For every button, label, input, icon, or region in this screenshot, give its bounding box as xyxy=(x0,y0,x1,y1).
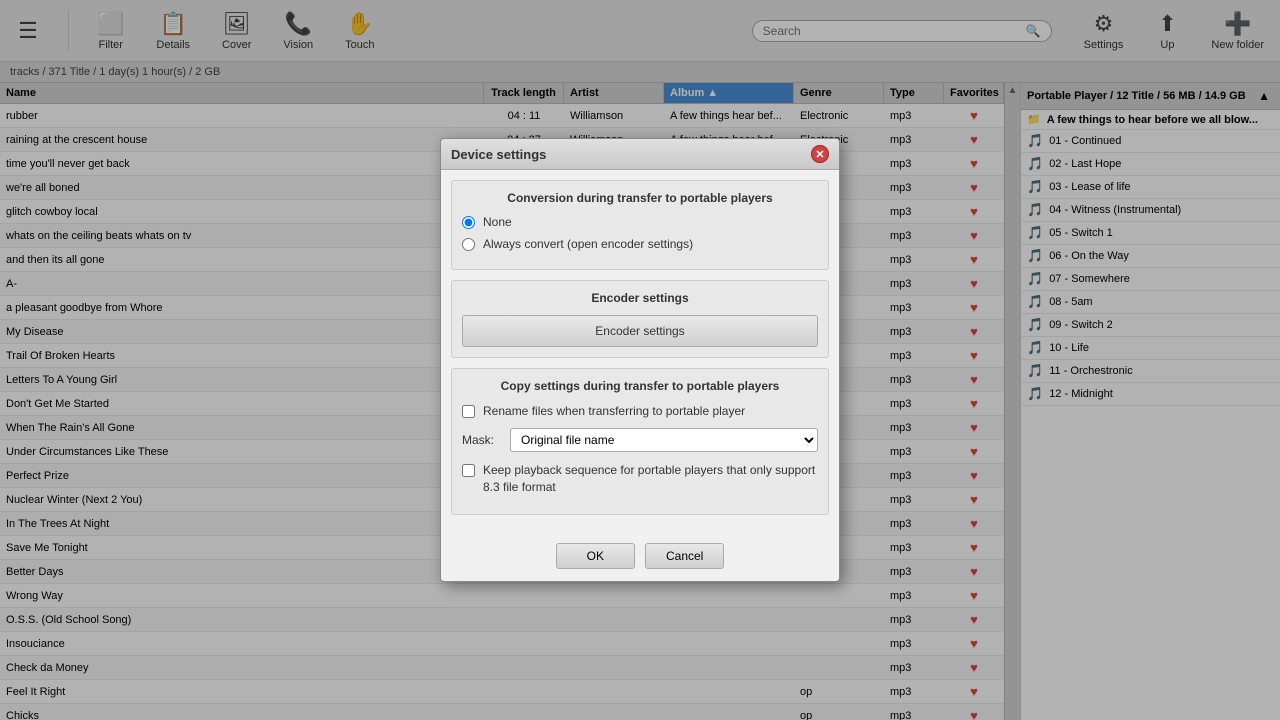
mask-row: Mask: Original file name Custom xyxy=(462,428,818,452)
radio-none-input[interactable] xyxy=(462,216,475,229)
dialog-overlay: Device settings ✕ Conversion during tran… xyxy=(0,0,1280,720)
dialog-titlebar: Device settings ✕ xyxy=(441,139,839,170)
radio-always-convert-label: Always convert (open encoder settings) xyxy=(483,237,693,251)
copy-section: Copy settings during transfer to portabl… xyxy=(451,368,829,514)
copy-section-title: Copy settings during transfer to portabl… xyxy=(462,379,818,393)
dialog-body: Conversion during transfer to portable p… xyxy=(441,170,839,534)
rename-checkbox[interactable] xyxy=(462,405,475,418)
dialog-title: Device settings xyxy=(451,147,546,162)
keep-checkbox-row: Keep playback sequence for portable play… xyxy=(462,462,818,496)
ok-button[interactable]: OK xyxy=(556,543,635,569)
encoder-section-title: Encoder settings xyxy=(462,291,818,305)
device-settings-dialog: Device settings ✕ Conversion during tran… xyxy=(440,138,840,581)
conversion-section-title: Conversion during transfer to portable p… xyxy=(462,191,818,205)
rename-checkbox-row: Rename files when transferring to portab… xyxy=(462,403,818,420)
rename-checkbox-label: Rename files when transferring to portab… xyxy=(483,403,745,420)
dialog-footer: OK Cancel xyxy=(441,535,839,581)
encoder-settings-button[interactable]: Encoder settings xyxy=(462,315,818,347)
keep-checkbox[interactable] xyxy=(462,464,475,477)
radio-always-convert-input[interactable] xyxy=(462,238,475,251)
encoder-section: Encoder settings Encoder settings xyxy=(451,280,829,358)
radio-none-label: None xyxy=(483,215,512,229)
keep-checkbox-label: Keep playback sequence for portable play… xyxy=(483,462,818,496)
dialog-close-button[interactable]: ✕ xyxy=(811,145,829,163)
cancel-button[interactable]: Cancel xyxy=(645,543,724,569)
radio-none-row: None xyxy=(462,215,818,229)
radio-always-convert-row: Always convert (open encoder settings) xyxy=(462,237,818,251)
mask-select[interactable]: Original file name Custom xyxy=(510,428,818,452)
mask-label: Mask: xyxy=(462,433,502,447)
conversion-section: Conversion during transfer to portable p… xyxy=(451,180,829,270)
